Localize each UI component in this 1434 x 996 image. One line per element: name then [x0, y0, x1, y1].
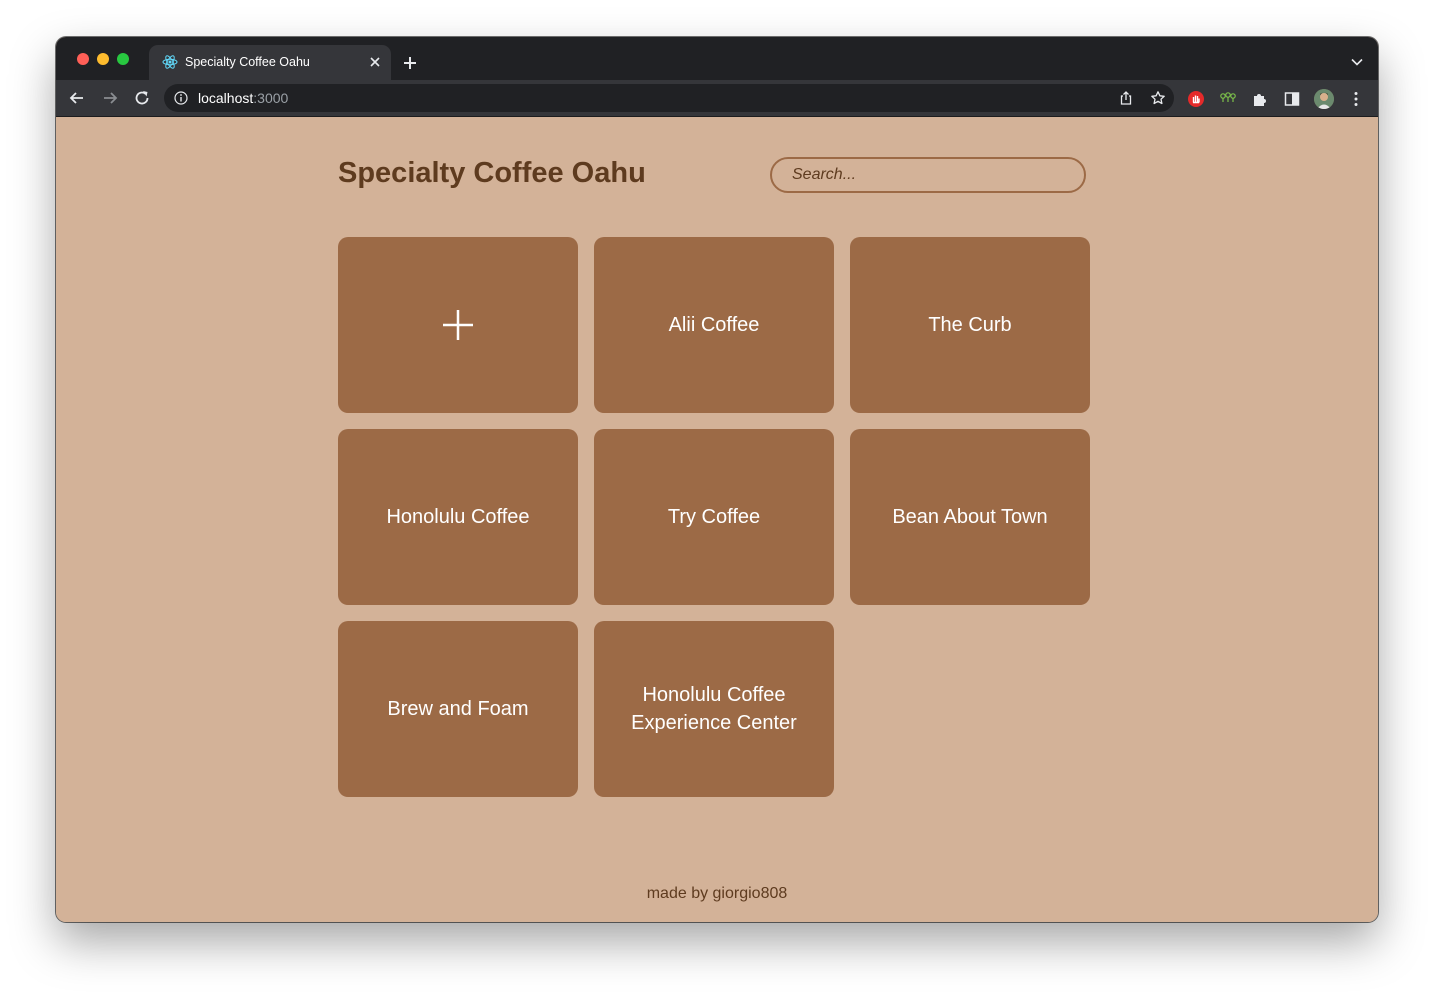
browser-menu-kebab-icon[interactable]	[1347, 90, 1365, 108]
close-tab-icon[interactable]	[367, 54, 383, 70]
share-icon[interactable]	[1118, 90, 1134, 106]
url-port: :3000	[253, 90, 289, 106]
browser-toolbar: localhost:3000	[56, 80, 1378, 117]
shop-card-alii-coffee[interactable]: Alii Coffee	[594, 237, 834, 413]
profile-avatar-icon	[1314, 89, 1334, 109]
coffee-shop-grid: Alii Coffee The Curb Honolulu Coffee Try…	[338, 237, 1090, 797]
browser-window: Specialty Coffee Oahu localhost:3000 Spe…	[56, 37, 1378, 922]
shop-card-try-coffee[interactable]: Try Coffee	[594, 429, 834, 605]
shop-card-brew-and-foam[interactable]: Brew and Foam	[338, 621, 578, 797]
shop-card-honolulu-coffee-experience-center[interactable]: Honolulu Coffee Experience Center	[594, 621, 834, 797]
shop-card-honolulu-coffee[interactable]: Honolulu Coffee	[338, 429, 578, 605]
shop-card-bean-about-town[interactable]: Bean About Town	[850, 429, 1090, 605]
add-shop-card[interactable]	[338, 237, 578, 413]
new-tab-icon[interactable]	[401, 54, 419, 72]
page-title: Specialty Coffee Oahu	[338, 157, 646, 189]
extension-plant-icon[interactable]	[1219, 90, 1237, 108]
url-text: localhost:3000	[198, 90, 288, 106]
extensions-puzzle-icon[interactable]	[1251, 90, 1269, 108]
maximize-window-button[interactable]	[117, 53, 129, 65]
bookmark-star-icon[interactable]	[1150, 90, 1166, 106]
minimize-window-button[interactable]	[97, 53, 109, 65]
profile-avatar[interactable]	[1314, 89, 1334, 109]
browser-tab[interactable]: Specialty Coffee Oahu	[149, 45, 391, 80]
plus-icon	[443, 310, 473, 340]
shop-card-the-curb[interactable]: The Curb	[850, 237, 1090, 413]
react-logo-icon	[162, 55, 178, 69]
search-input[interactable]	[770, 157, 1086, 193]
url-host: localhost	[198, 90, 254, 106]
info-icon[interactable]	[174, 91, 188, 105]
address-bar[interactable]: localhost:3000	[164, 84, 1174, 112]
tab-strip: Specialty Coffee Oahu	[56, 37, 1378, 80]
tab-search-chevron-icon[interactable]	[1350, 55, 1364, 69]
close-window-button[interactable]	[77, 53, 89, 65]
page-content: Specialty Coffee Oahu Alii Coffee The Cu…	[56, 117, 1378, 922]
back-arrow-icon[interactable]	[67, 88, 87, 108]
adblock-extension-icon[interactable]	[1187, 90, 1205, 108]
forward-arrow-icon[interactable]	[100, 88, 120, 108]
side-panel-icon[interactable]	[1283, 90, 1301, 108]
reload-icon[interactable]	[132, 88, 152, 108]
footer-credit: made by giorgio808	[646, 885, 788, 902]
tab-title: Specialty Coffee Oahu	[185, 55, 310, 69]
